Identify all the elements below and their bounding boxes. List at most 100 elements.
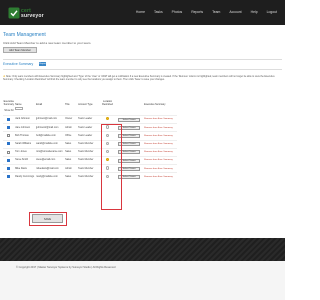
account-type-cell: Team Member: [77, 156, 98, 165]
email-cell: sarah@mailsite.com: [35, 139, 65, 149]
show-all-link[interactable]: Show All: [4, 109, 13, 112]
filter-cell: [65, 107, 78, 116]
title-cell: Sales: [64, 147, 78, 157]
executive-summary-heading: Executive Summary: [3, 62, 34, 66]
exec-summary-cell: [3, 164, 15, 173]
exec-summary-checkbox[interactable]: [7, 150, 11, 154]
location-restricted-highlight: [101, 124, 122, 210]
account-type-cell: Team Leader: [77, 123, 98, 132]
add-team-member-button[interactable]: Add Team Member: [3, 47, 37, 53]
nav-home[interactable]: Home: [136, 10, 145, 14]
col-header-location-restricted: Location Restricted: [102, 99, 113, 106]
remove-exec-summary-link[interactable]: Remove from Exec Summary: [144, 176, 173, 178]
exec-summary-cell: [3, 156, 15, 165]
title-cell: Sales: [64, 139, 78, 149]
exec-action-cell: Remove from Exec Summary: [143, 172, 177, 182]
remove-exec-summary-link[interactable]: Remove from Exec Summary: [144, 135, 173, 137]
nav-reports[interactable]: Reports: [191, 10, 203, 14]
exec-summary-checkbox[interactable]: [7, 117, 11, 121]
logo-icon: [8, 7, 20, 19]
title-cell: Sales: [64, 172, 78, 182]
nav-account[interactable]: Account: [229, 10, 241, 14]
exec-summary-checkbox[interactable]: [7, 175, 11, 179]
exec-action-cell: Remove from Exec Summary: [143, 164, 177, 173]
table-row: Jane Johnson jjohnson2@mail.com Admin Team …: [3, 123, 177, 132]
nav-help[interactable]: Help: [251, 10, 258, 14]
report-badge[interactable]: Report: [39, 62, 46, 66]
actions-cell: Select Teams: [117, 115, 144, 124]
save-button[interactable]: SAVE: [32, 214, 63, 223]
exec-summary-checkbox[interactable]: [7, 134, 11, 138]
account-type-cell: Team Member: [77, 164, 98, 173]
exec-summary-cell: [3, 131, 15, 141]
filter-cell: [144, 107, 177, 116]
exec-action-cell: Remove from Exec Summary: [143, 115, 177, 124]
email-cell: mikedavis@mail.com: [35, 164, 65, 173]
exec-summary-checkbox[interactable]: [7, 166, 11, 170]
name-cell: Randy Cummings: [14, 172, 36, 182]
col-header-name[interactable]: Name: [15, 98, 36, 107]
title-cell: Office: [64, 131, 78, 141]
filter-cell: [15, 107, 36, 116]
name-filter-input[interactable]: [15, 107, 24, 110]
remove-exec-summary-link[interactable]: Remove from Exec Summary: [144, 143, 173, 145]
name-cell: Mike Davis: [14, 164, 36, 173]
col-header-account-type[interactable]: Account Type: [78, 98, 98, 107]
table-row: Randy Cummings randy@mailsite.com Sales Tea…: [3, 172, 177, 182]
email-cell: jjohnson2@mail.com: [35, 123, 65, 132]
remove-exec-summary-link[interactable]: Remove from Exec Summary: [144, 127, 173, 129]
filter-cell: Show All: [3, 107, 15, 116]
email-cell: tom@tomssitename.com: [35, 147, 65, 157]
exec-summary-checkbox[interactable]: [7, 125, 11, 129]
logo[interactable]: cert surveyor: [8, 6, 46, 20]
exec-action-cell: Remove from Exec Summary: [143, 156, 177, 165]
filter-cell: [118, 107, 144, 116]
select-teams-button[interactable]: Select Teams: [118, 117, 141, 122]
title-cell: Admin: [64, 164, 78, 173]
exec-action-cell: Remove from Exec Summary: [143, 131, 177, 141]
account-type-cell: Team Member: [77, 139, 98, 149]
email-cell: bob@mailsite.com: [35, 131, 65, 141]
filter-cell: [36, 107, 65, 116]
nav-tasks[interactable]: Tasks: [154, 10, 163, 14]
name-cell: Steve Smith: [14, 156, 36, 165]
exec-summary-checkbox[interactable]: [7, 142, 11, 146]
nav-team[interactable]: Team: [212, 10, 220, 14]
title-cell: Admin: [64, 123, 78, 132]
account-type-cell: Team Leader: [77, 131, 98, 141]
account-type-cell: Team Member: [77, 172, 98, 182]
title-cell: Owner: [64, 115, 78, 124]
table-row: Bob Thomas bob@mailsite.com Office Team Lea…: [3, 131, 177, 141]
col-header-title[interactable]: Title: [65, 98, 78, 107]
nav-photos[interactable]: Photos: [172, 10, 183, 14]
remove-exec-summary-link[interactable]: Remove from Exec Summary: [144, 168, 173, 170]
name-cell: Jack Johnson: [14, 115, 36, 124]
remove-exec-summary-link[interactable]: Remove from Exec Summary: [144, 118, 173, 120]
note-text: ⚠ Note: Only team members with Executive…: [3, 75, 282, 81]
logo-text-surveyor: surveyor: [21, 13, 44, 19]
location-restricted-cell: [97, 115, 118, 124]
intro-text: Click Add Team Member to add a new team …: [3, 41, 92, 45]
exec-summary-cell: [3, 115, 15, 124]
location-restricted-toggle[interactable]: [105, 117, 110, 121]
exec-summary-checkbox[interactable]: [7, 158, 11, 162]
col-header-email[interactable]: Email: [36, 98, 65, 107]
col-header-actions: [118, 98, 144, 107]
email-cell: jjohnson@mail.com: [35, 115, 65, 124]
account-type-cell: Team Member: [77, 147, 98, 157]
account-type-cell: Team Leader: [77, 115, 98, 124]
remove-exec-summary-link[interactable]: Remove from Exec Summary: [144, 151, 173, 153]
remove-exec-summary-link[interactable]: Remove from Exec Summary: [144, 159, 173, 161]
footer-bottom: © Copyright 2017 | Master Surveyor Syste…: [0, 261, 285, 300]
table-row: Steve Smith steve@email.com Sales Team Memb…: [3, 156, 177, 165]
note-body: Note: Only team members with Executive S…: [3, 75, 275, 82]
email-cell: steve@email.com: [35, 156, 65, 165]
col-header-executive-summary: Executive Summary: [144, 102, 166, 106]
nav-logout[interactable]: Logout: [267, 10, 277, 14]
exec-action-cell: Remove from Exec Summary: [143, 147, 177, 157]
name-cell: Jane Johnson: [14, 123, 36, 132]
exec-summary-cell: [3, 123, 15, 132]
footer-pattern: [0, 238, 285, 261]
exec-action-cell: Remove from Exec Summary: [143, 139, 177, 149]
team-table-body: Jack Johnson jjohnson@mail.com Owner Team L…: [3, 115, 177, 182]
